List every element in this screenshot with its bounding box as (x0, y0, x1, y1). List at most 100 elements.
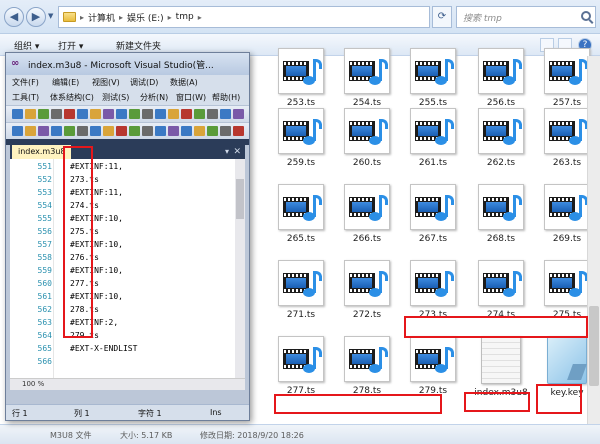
code-editor[interactable]: 551 #EXTINF:11, 552 273.ts 553 #EXTINF:11, 554… (10, 159, 245, 378)
file-item[interactable]: 267.ts (402, 184, 464, 254)
toolbar-button-icon[interactable] (90, 109, 101, 119)
toolbar-button-icon[interactable] (25, 109, 36, 119)
menu-item[interactable]: 帮助(H) (212, 92, 240, 103)
file-name: 266.ts (352, 234, 382, 244)
toolbar-button-icon[interactable] (207, 126, 218, 136)
status-column: 列 1 (74, 409, 90, 418)
breadcrumb-computer[interactable]: 计算机 (88, 11, 115, 24)
toolbar-button-icon[interactable] (207, 109, 218, 119)
menu-item[interactable]: 视图(V) (92, 77, 120, 88)
toolbar-button-icon[interactable] (220, 126, 231, 136)
toolbar-button-icon[interactable] (233, 126, 244, 136)
toolbar-button-icon[interactable] (142, 126, 153, 136)
video-file-icon (344, 336, 390, 382)
toolbar-button-icon[interactable] (194, 126, 205, 136)
organize-button[interactable]: 组织 ▾ (14, 39, 39, 52)
file-item[interactable]: 268.ts (470, 184, 532, 254)
menu-item[interactable]: 体系结构(C) (50, 92, 94, 103)
scrollbar-thumb[interactable] (589, 306, 599, 386)
toolbar-button-icon[interactable] (64, 126, 75, 136)
video-file-icon (278, 336, 324, 382)
toolbar-button-icon[interactable] (51, 126, 62, 136)
toolbar-button-icon[interactable] (51, 109, 62, 119)
editor-horizontal-scrollbar[interactable]: 100 % (10, 378, 245, 390)
toolbar-button-icon[interactable] (233, 109, 244, 119)
breadcrumb-folder[interactable]: tmp (176, 12, 194, 22)
line-number: 553 (37, 188, 52, 197)
close-icon[interactable]: ✕ (233, 147, 241, 157)
toolbar-button-icon[interactable] (129, 109, 140, 119)
code-line: 564 279.ts (10, 330, 245, 342)
video-file-icon (410, 336, 456, 382)
toolbar-button-icon[interactable] (168, 109, 179, 119)
code-line: 566 (10, 356, 245, 368)
menu-item[interactable]: 测试(S) (102, 92, 129, 103)
toolbar-button-icon[interactable] (129, 126, 140, 136)
file-name: 262.ts (486, 158, 516, 168)
zoom-level[interactable]: 100 % (22, 380, 44, 388)
video-file-icon (344, 48, 390, 94)
refresh-button[interactable]: ⟳ (432, 6, 452, 28)
breadcrumb-drive[interactable]: 娱乐 (E:) (127, 11, 164, 24)
file-name: 272.ts (352, 310, 382, 320)
address-bar[interactable]: ▸ 计算机 ▸ 娱乐 (E:) ▸ tmp ▸ (58, 6, 430, 28)
toolbar-button-icon[interactable] (25, 126, 36, 136)
toolbar-button-icon[interactable] (220, 109, 231, 119)
toolbar-button-icon[interactable] (77, 126, 88, 136)
file-name: 259.ts (286, 158, 316, 168)
code-line: 557 #EXTINF:10, (10, 239, 245, 251)
search-icon[interactable] (581, 11, 591, 21)
file-item[interactable]: 272.ts (336, 260, 398, 330)
history-dropdown-icon[interactable]: ▼ (48, 12, 53, 20)
highlight-box-ts-lines (63, 146, 93, 338)
toolbar-button-icon[interactable] (103, 109, 114, 119)
open-button[interactable]: 打开 ▾ (58, 39, 83, 52)
file-name: 260.ts (352, 158, 382, 168)
toolbar-button-icon[interactable] (168, 126, 179, 136)
file-item[interactable]: 271.ts (270, 260, 332, 330)
toolbar-button-icon[interactable] (155, 126, 166, 136)
menu-item[interactable]: 窗口(W) (176, 92, 206, 103)
toolbar-button-icon[interactable] (194, 109, 205, 119)
highlight-box-ts-row (404, 316, 588, 338)
file-list-scrollbar[interactable] (587, 56, 600, 424)
toolbar-button-icon[interactable] (64, 109, 75, 119)
tab-dropdown-icon[interactable]: ▾ (225, 147, 229, 156)
menu-item[interactable]: 分析(N) (140, 92, 168, 103)
code-line: 560 277.ts (10, 278, 245, 290)
back-button[interactable]: ◀ (4, 7, 24, 27)
file-item[interactable]: 259.ts (270, 108, 332, 178)
file-item[interactable]: 262.ts (470, 108, 532, 178)
toolbar-button-icon[interactable] (38, 109, 49, 119)
toolbar-button-icon[interactable] (142, 109, 153, 119)
search-input[interactable]: 搜索 tmp (456, 6, 596, 28)
toolbar-button-icon[interactable] (181, 109, 192, 119)
toolbar-button-icon[interactable] (77, 109, 88, 119)
toolbar-button-icon[interactable] (181, 126, 192, 136)
toolbar-button-icon[interactable] (103, 126, 114, 136)
menu-item[interactable]: 文件(F) (12, 77, 39, 88)
file-item[interactable]: 260.ts (336, 108, 398, 178)
toolbar-button-icon[interactable] (116, 109, 127, 119)
toolbar-button-icon[interactable] (155, 109, 166, 119)
file-item[interactable]: 265.ts (270, 184, 332, 254)
toolbar-button-icon[interactable] (38, 126, 49, 136)
menu-item[interactable]: 调试(D) (130, 77, 158, 88)
menu-item[interactable]: 编辑(E) (52, 77, 79, 88)
toolbar-button-icon[interactable] (12, 109, 23, 119)
code-line: 558 276.ts (10, 252, 245, 264)
toolbar-button-icon[interactable] (116, 126, 127, 136)
line-number: 563 (37, 318, 52, 327)
toolbar-button-icon[interactable] (90, 126, 101, 136)
video-file-icon (410, 260, 456, 306)
forward-button[interactable]: ▶ (26, 7, 46, 27)
menu-item[interactable]: 工具(T) (12, 92, 39, 103)
menu-item[interactable]: 数据(A) (170, 77, 198, 88)
toolbar-button-icon[interactable] (12, 126, 23, 136)
line-number: 562 (37, 305, 52, 314)
code-line: 554 274.ts (10, 200, 245, 212)
file-name: 267.ts (418, 234, 448, 244)
new-folder-button[interactable]: 新建文件夹 (116, 39, 161, 52)
file-item[interactable]: 266.ts (336, 184, 398, 254)
file-item[interactable]: 261.ts (402, 108, 464, 178)
